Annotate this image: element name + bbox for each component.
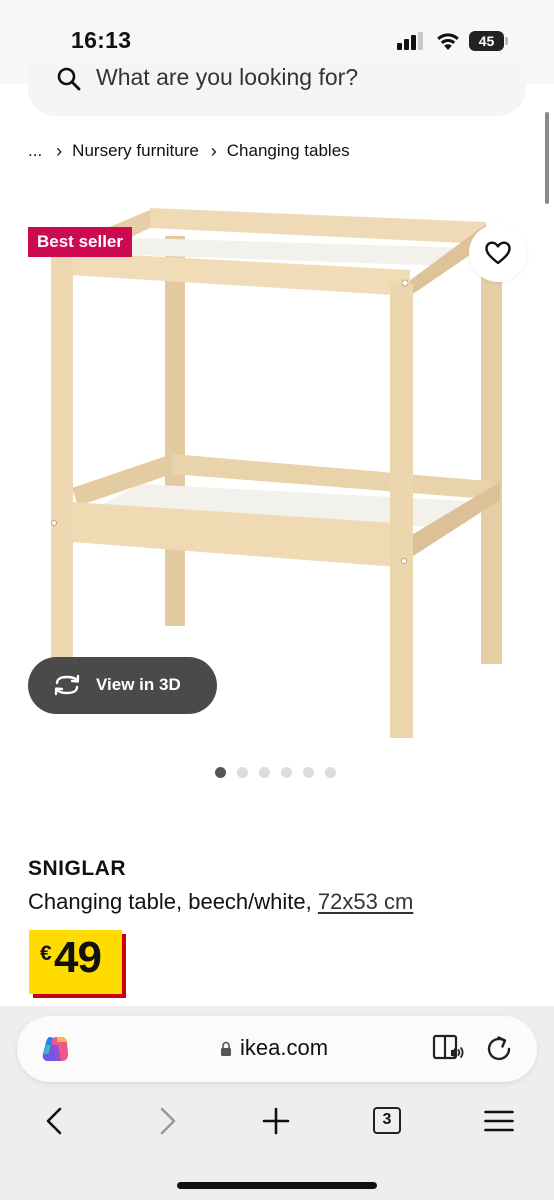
carousel-dot[interactable] bbox=[325, 767, 336, 778]
view-in-3d-label: View in 3D bbox=[96, 675, 181, 694]
table-back-right-leg bbox=[481, 246, 502, 664]
price-currency: € bbox=[40, 942, 52, 965]
search-bar[interactable]: What are you looking for? bbox=[28, 60, 526, 116]
carousel-dot[interactable] bbox=[259, 767, 270, 778]
table-back-left-leg bbox=[165, 236, 185, 626]
status-time: 16:13 bbox=[71, 27, 132, 53]
search-input[interactable]: What are you looking for? bbox=[96, 64, 358, 91]
battery-indicator: 45 bbox=[469, 31, 509, 51]
carousel-dot[interactable] bbox=[215, 767, 226, 778]
lock-icon bbox=[221, 1041, 231, 1056]
carousel-dot[interactable] bbox=[303, 767, 314, 778]
breadcrumb-separator-icon: › bbox=[210, 140, 217, 161]
image-carousel-dots bbox=[215, 767, 347, 779]
url-text[interactable]: ikea.com bbox=[240, 1035, 328, 1061]
table-front-left-leg bbox=[51, 254, 73, 660]
breadcrumb-separator-icon: › bbox=[56, 140, 63, 161]
reload-icon[interactable] bbox=[484, 1034, 514, 1064]
address-bar[interactable]: ikea.com bbox=[17, 1016, 537, 1082]
breadcrumb-ellipsis[interactable]: ... bbox=[28, 141, 42, 161]
battery-level: 45 bbox=[469, 31, 504, 51]
price-value: 49 bbox=[54, 933, 102, 982]
favourite-button[interactable] bbox=[469, 224, 527, 282]
new-tab-icon[interactable] bbox=[262, 1107, 290, 1135]
view-in-3d-button[interactable]: View in 3D bbox=[28, 657, 217, 714]
wifi-icon bbox=[437, 33, 459, 50]
top-back-rail bbox=[150, 208, 486, 244]
menu-icon[interactable] bbox=[484, 1109, 514, 1133]
carousel-dot[interactable] bbox=[237, 767, 248, 778]
signal-icon bbox=[397, 32, 423, 50]
product-name: SNIGLAR bbox=[28, 857, 126, 880]
home-indicator[interactable] bbox=[177, 1182, 377, 1189]
product-size-link[interactable]: 72x53 cm bbox=[318, 889, 413, 914]
product-description-text: Changing table, beech/white, bbox=[28, 889, 312, 914]
breadcrumb-item-nursery-furniture[interactable]: Nursery furniture bbox=[72, 141, 199, 161]
page-scrollbar[interactable] bbox=[545, 112, 549, 204]
back-icon[interactable] bbox=[42, 1106, 66, 1136]
table-front-right-leg bbox=[390, 284, 413, 738]
price-tag: € 49 bbox=[29, 930, 122, 994]
breadcrumb: ... › Nursery furniture › Changing table… bbox=[28, 140, 350, 162]
breadcrumb-item-changing-tables[interactable]: Changing tables bbox=[227, 141, 350, 161]
carousel-dot[interactable] bbox=[281, 767, 292, 778]
product-description: Changing table, beech/white, 72x53 cm bbox=[28, 889, 413, 915]
copilot-icon[interactable] bbox=[39, 1033, 71, 1065]
tabs-button[interactable]: 3 bbox=[373, 1107, 401, 1134]
rotate-3d-icon bbox=[54, 674, 80, 696]
reader-icon[interactable] bbox=[432, 1034, 464, 1062]
best-seller-badge: Best seller bbox=[28, 227, 132, 257]
battery-tip bbox=[505, 37, 508, 45]
heart-icon bbox=[485, 241, 511, 265]
forward-icon[interactable] bbox=[156, 1106, 180, 1136]
search-icon bbox=[57, 67, 81, 91]
